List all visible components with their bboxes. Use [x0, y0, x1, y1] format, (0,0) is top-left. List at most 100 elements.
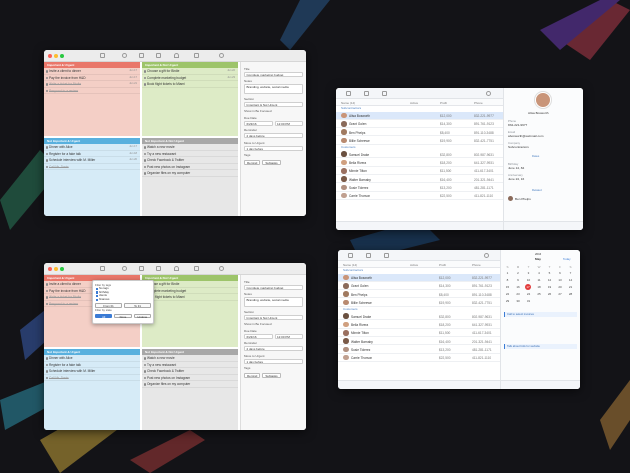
section-select[interactable]: Important & Not Urgent: [244, 101, 303, 107]
zoom-button[interactable]: [60, 266, 64, 271]
calendar-day[interactable]: 30: [515, 298, 522, 304]
tag-icon[interactable]: [156, 266, 161, 271]
table-row[interactable]: Carrie Thorson $22,500 411-821-1110: [336, 192, 503, 200]
column-phone[interactable]: Phone: [474, 101, 483, 105]
task-checkbox-icon[interactable]: [143, 83, 146, 86]
email-value[interactable]: abosworth@webmail.com: [508, 134, 543, 138]
calendar-day[interactable]: 17: [525, 284, 531, 290]
title-field[interactable]: Complete marketing budget: [244, 284, 303, 290]
table-row[interactable]: Susie Tiderez $13,200 481-281-1171: [338, 345, 500, 354]
task-checkbox-icon[interactable]: [143, 363, 146, 366]
task-checkbox-icon[interactable]: [45, 363, 48, 366]
to-field[interactable]: To 31: [124, 303, 151, 308]
table-row[interactable]: Samuel Drake $32,800 802-987-9631: [336, 150, 503, 159]
calendar-day[interactable]: 2: [515, 270, 522, 276]
remind-button[interactable]: Remind: [244, 373, 261, 378]
calendar-day[interactable]: 31: [525, 298, 532, 304]
close-button[interactable]: [48, 53, 52, 58]
show-focused-checkbox[interactable]: Show in Be Focused: [244, 322, 303, 326]
section-select[interactable]: Important & Not Urgent: [244, 314, 303, 320]
column-active[interactable]: Active: [410, 101, 418, 105]
calendar-day[interactable]: 28: [567, 291, 574, 297]
task-checkbox-icon[interactable]: [45, 302, 48, 305]
calendar-day[interactable]: 12: [546, 277, 553, 283]
sync-icon[interactable]: [100, 53, 105, 58]
move-urgent-select[interactable]: 1 day before: [244, 358, 303, 364]
calendar-day[interactable]: 22: [504, 291, 511, 297]
subtasks-button[interactable]: Subtasks: [262, 373, 281, 378]
table-row[interactable]: Ben Phelps $8,400 891-110-3488: [338, 290, 500, 299]
table-row[interactable]: Minnie Tilton $11,500 411-617-3401: [338, 329, 500, 338]
calendar-day[interactable]: 1: [504, 270, 511, 276]
subtasks-button[interactable]: Subtasks: [262, 160, 281, 165]
calendar-day[interactable]: 29: [504, 298, 511, 304]
table-row[interactable]: Samuel Drake $32,800 802-987-9631: [338, 312, 500, 321]
related-name[interactable]: Ben Phelps: [515, 197, 531, 201]
calendar-day[interactable]: 3: [525, 270, 532, 276]
task-checkbox-icon[interactable]: [45, 146, 48, 149]
settings-icon[interactable]: [219, 266, 224, 271]
calendar-day[interactable]: 5: [546, 270, 553, 276]
title-field[interactable]: Complete marketing budget: [244, 71, 303, 77]
settings-icon[interactable]: [219, 53, 224, 58]
task-checkbox-icon[interactable]: [45, 159, 48, 162]
table-row[interactable]: Walter Barnaby $16,400 201-321-9441: [336, 175, 503, 184]
task-checkbox-icon[interactable]: [143, 146, 146, 149]
calendar-day[interactable]: 9: [515, 277, 522, 283]
task-checkbox-icon[interactable]: [143, 70, 146, 73]
table-row[interactable]: Minnie Tilton $11,500 411-617-3401: [336, 167, 503, 176]
share-icon[interactable]: [194, 53, 199, 58]
today-button[interactable]: Today: [563, 257, 570, 261]
calendar-day[interactable]: 19: [546, 284, 553, 290]
calendar-day[interactable]: 14: [567, 277, 574, 283]
task-checkbox-icon[interactable]: [143, 76, 146, 79]
add-icon[interactable]: [348, 253, 353, 258]
task-checkbox-icon[interactable]: [143, 159, 146, 162]
task-checkbox-icon[interactable]: [45, 296, 48, 299]
move-urgent-select[interactable]: 1 day before: [244, 145, 303, 151]
calendar-day[interactable]: 10: [525, 277, 532, 283]
column-name[interactable]: Name (14): [341, 101, 355, 105]
column-name[interactable]: Name (14): [343, 263, 357, 267]
tag-checkbox[interactable]: finances: [95, 297, 151, 302]
close-button[interactable]: [48, 266, 52, 271]
column-phone[interactable]: Phone: [472, 263, 481, 267]
search-icon[interactable]: [122, 53, 127, 58]
task-checkbox-icon[interactable]: [45, 370, 48, 373]
task-checkbox-icon[interactable]: [45, 70, 48, 73]
minimize-button[interactable]: [54, 53, 58, 58]
table-row[interactable]: Alisa Bosworth $12,000 832-221-9977: [338, 273, 500, 282]
share-icon[interactable]: [194, 266, 199, 271]
column-profit[interactable]: Profit: [440, 101, 447, 105]
calendar-day[interactable]: 26: [546, 291, 553, 297]
calendar-day[interactable]: 20: [557, 284, 564, 290]
calendar-day[interactable]: 16: [515, 284, 522, 290]
calendar-day[interactable]: 7: [567, 270, 574, 276]
task-item[interactable]: Book flight tickets to Miami: [142, 81, 238, 88]
task-item[interactable]: Book flight tickets to Miami: [142, 294, 238, 301]
task-checkbox-icon[interactable]: [45, 152, 48, 155]
search-icon[interactable]: [122, 266, 127, 271]
task-checkbox-icon[interactable]: [45, 376, 48, 379]
calendar-day[interactable]: 18: [536, 284, 543, 290]
table-row[interactable]: Carrie Thorson $22,500 411-821-1110: [338, 354, 500, 362]
group-icon[interactable]: [384, 253, 389, 258]
due-time-field[interactable]: 12:00 PM: [274, 120, 303, 126]
task-checkbox-icon[interactable]: [45, 89, 48, 92]
minimize-button[interactable]: [54, 266, 58, 271]
list-icon[interactable]: [364, 91, 369, 96]
undone-button[interactable]: Undone: [133, 313, 151, 319]
table-row[interactable]: Bella Rivera $18,200 641-327-9931: [336, 159, 503, 167]
due-date-field[interactable]: 6/23/16: [244, 120, 273, 126]
calendar-day[interactable]: 21: [567, 284, 574, 290]
phone-value[interactable]: 832-221-9977: [508, 123, 527, 127]
calendar-event[interactable]: Call to select invoices: [504, 312, 577, 317]
task-checkbox-icon[interactable]: [143, 370, 146, 373]
filter-icon[interactable]: [139, 53, 144, 58]
calendar-event[interactable]: Talk about bids for website: [504, 344, 577, 349]
task-item[interactable]: Organize files on my computer: [142, 170, 238, 177]
table-row[interactable]: Grant Golen $14,300 891-761-9123: [338, 282, 500, 291]
wifi-icon[interactable]: [174, 53, 179, 58]
due-time-field[interactable]: 12:00 PM: [274, 333, 303, 339]
task-item[interactable]: Respond to a review: [44, 88, 140, 94]
